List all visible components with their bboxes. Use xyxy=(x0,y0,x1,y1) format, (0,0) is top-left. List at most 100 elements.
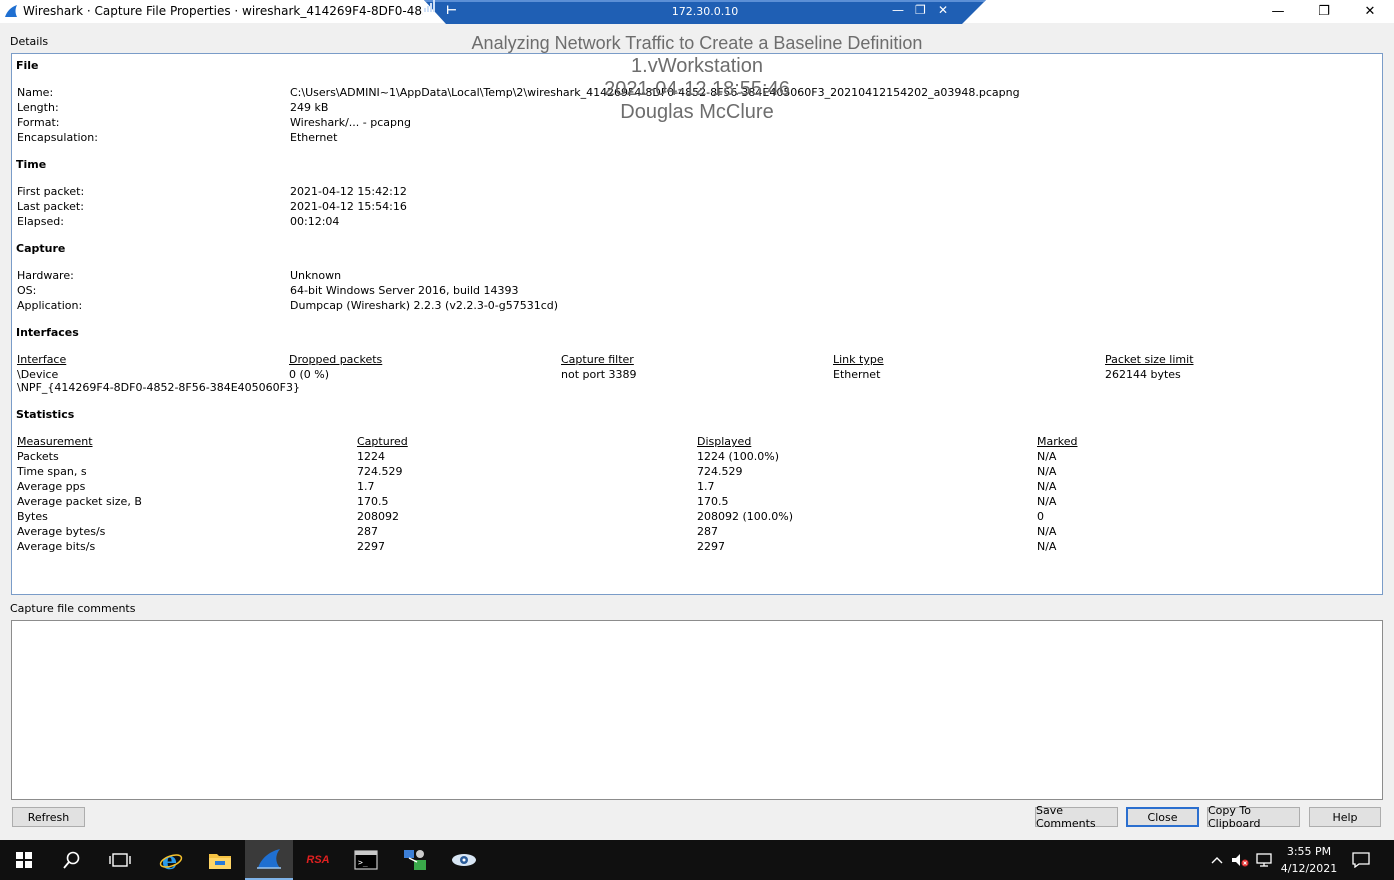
clock-time: 3:55 PM xyxy=(1286,845,1332,858)
statistics-heading: Statistics xyxy=(16,408,75,421)
stat-captured: 1.7 xyxy=(357,480,375,493)
help-button[interactable]: Help xyxy=(1309,807,1381,827)
file-name-value: C:\Users\ADMINI~1\AppData\Local\Temp\2\w… xyxy=(290,86,1020,99)
task-view-button[interactable] xyxy=(96,840,144,880)
stat-displayed: 1.7 xyxy=(697,480,715,493)
internet-explorer-taskbar-button[interactable]: e xyxy=(147,840,195,880)
time-heading: Time xyxy=(16,158,47,171)
stat-displayed: 724.529 xyxy=(697,465,743,478)
stat-marked: N/A xyxy=(1037,540,1057,553)
interface-column-header: Interface xyxy=(17,353,67,366)
search-button[interactable] xyxy=(48,840,96,880)
application-value: Dumpcap (Wireshark) 2.2.3 (v2.2.3-0-g575… xyxy=(290,299,559,312)
file-length-label: Length: xyxy=(17,101,59,114)
rdp-restore-button[interactable]: ❐ xyxy=(915,3,926,17)
file-format-label: Format: xyxy=(17,116,60,129)
elapsed-label: Elapsed: xyxy=(17,215,64,228)
last-packet-label: Last packet: xyxy=(17,200,84,213)
task-view-icon xyxy=(109,853,131,867)
comments-label: Capture file comments xyxy=(10,602,136,615)
stat-marked: N/A xyxy=(1037,495,1057,508)
file-heading: File xyxy=(16,59,39,72)
rsa-logo-icon: RSA xyxy=(306,854,330,866)
rdp-close-button[interactable]: ✕ xyxy=(938,3,948,17)
close-icon: ✕ xyxy=(1364,4,1376,19)
file-explorer-taskbar-button[interactable] xyxy=(196,840,244,880)
stat-measurement: Average pps xyxy=(17,480,86,493)
stat-captured: 1224 xyxy=(357,450,385,463)
network-icon xyxy=(1256,853,1272,867)
folder-icon xyxy=(209,854,231,869)
action-center-button[interactable] xyxy=(1346,840,1376,880)
command-prompt-taskbar-button[interactable]: >_ xyxy=(342,840,390,880)
stat-displayed: 1224 (100.0%) xyxy=(697,450,780,463)
link-type-value: Ethernet xyxy=(833,368,881,381)
close-button[interactable]: Close xyxy=(1126,807,1199,827)
stat-displayed: 2297 xyxy=(697,540,725,553)
stat-displayed: 208092 (100.0%) xyxy=(697,510,794,523)
stat-marked: 0 xyxy=(1037,510,1044,523)
save-comments-button[interactable]: Save Comments xyxy=(1035,804,1118,830)
stat-captured: 2297 xyxy=(357,540,385,553)
first-packet-label: First packet: xyxy=(17,185,85,198)
capture-comments-textarea[interactable] xyxy=(11,620,1383,800)
stat-marked: N/A xyxy=(1037,450,1057,463)
stat-measurement: Average bytes/s xyxy=(17,525,106,538)
rdp-minimize-button[interactable]: — xyxy=(892,3,904,17)
captured-column-header: Captured xyxy=(357,435,408,448)
notifications-icon xyxy=(1352,852,1370,868)
volume-muted-button[interactable] xyxy=(1229,840,1251,880)
details-label: Details xyxy=(10,35,49,48)
copy-to-clipboard-button[interactable]: Copy To Clipboard xyxy=(1207,804,1300,830)
start-button[interactable] xyxy=(0,840,48,880)
wireshark-fin-icon xyxy=(5,5,17,17)
clock[interactable]: 3:55 PM 4/12/2021 xyxy=(1278,843,1340,877)
refresh-button[interactable]: Refresh xyxy=(12,807,85,827)
eye-app-taskbar-button[interactable] xyxy=(440,840,488,880)
file-name-label: Name: xyxy=(17,86,54,99)
volume-muted-icon xyxy=(1232,854,1249,867)
stat-captured: 170.5 xyxy=(357,495,389,508)
hardware-label: Hardware: xyxy=(17,269,74,282)
show-hidden-icons-button[interactable] xyxy=(1207,840,1227,880)
elapsed-value: 00:12:04 xyxy=(290,215,340,228)
stat-marked: N/A xyxy=(1037,525,1057,538)
network-tool-taskbar-button[interactable] xyxy=(391,840,439,880)
packet-size-limit-column-header: Packet size limit xyxy=(1105,353,1194,366)
capture-filter-column-header: Capture filter xyxy=(561,353,634,366)
svg-text:e: e xyxy=(162,848,177,872)
capture-filter-value: not port 3389 xyxy=(561,368,637,381)
packet-size-limit-value: 262144 bytes xyxy=(1105,368,1181,381)
dropped-packets-column-header: Dropped packets xyxy=(289,353,383,366)
interface-device-line2: \NPF_{414269F4-8DF0-4852-8F56-384E405060… xyxy=(17,381,300,394)
stat-captured: 208092 xyxy=(357,510,399,523)
displayed-column-header: Displayed xyxy=(697,435,752,448)
measurement-column-header: Measurement xyxy=(17,435,93,448)
eye-icon xyxy=(452,854,476,866)
stat-marked: N/A xyxy=(1037,480,1057,493)
file-encapsulation-label: Encapsulation: xyxy=(17,131,98,144)
hardware-value: Unknown xyxy=(290,269,342,282)
clock-date: 4/12/2021 xyxy=(1280,862,1338,875)
stat-marked: N/A xyxy=(1037,465,1057,478)
minimize-icon: — xyxy=(1271,4,1285,19)
rsa-taskbar-button[interactable]: RSA xyxy=(294,840,342,880)
marked-column-header: Marked xyxy=(1037,435,1078,448)
chevron-up-icon xyxy=(1211,857,1223,864)
svg-text:>_: >_ xyxy=(358,858,368,867)
restore-button[interactable]: ❐ xyxy=(1301,0,1347,23)
network-status-button[interactable] xyxy=(1253,840,1275,880)
close-window-button[interactable]: ✕ xyxy=(1347,0,1393,23)
internet-explorer-icon: e xyxy=(159,848,183,872)
stat-measurement: Average bits/s xyxy=(17,540,96,553)
interfaces-heading: Interfaces xyxy=(16,326,79,339)
wireshark-taskbar-button[interactable] xyxy=(245,840,293,880)
file-format-value: Wireshark/... - pcapng xyxy=(290,116,411,129)
dropped-packets-value: 0 (0 %) xyxy=(289,368,330,381)
stat-displayed: 170.5 xyxy=(697,495,729,508)
windows-logo-icon xyxy=(16,852,32,868)
file-encapsulation-value: Ethernet xyxy=(290,131,338,144)
minimize-button[interactable]: — xyxy=(1255,0,1301,23)
watermark-lab-title: Analyzing Network Traffic to Create a Ba… xyxy=(471,33,923,53)
window-title: Wireshark · Capture File Properties · wi… xyxy=(23,4,423,18)
